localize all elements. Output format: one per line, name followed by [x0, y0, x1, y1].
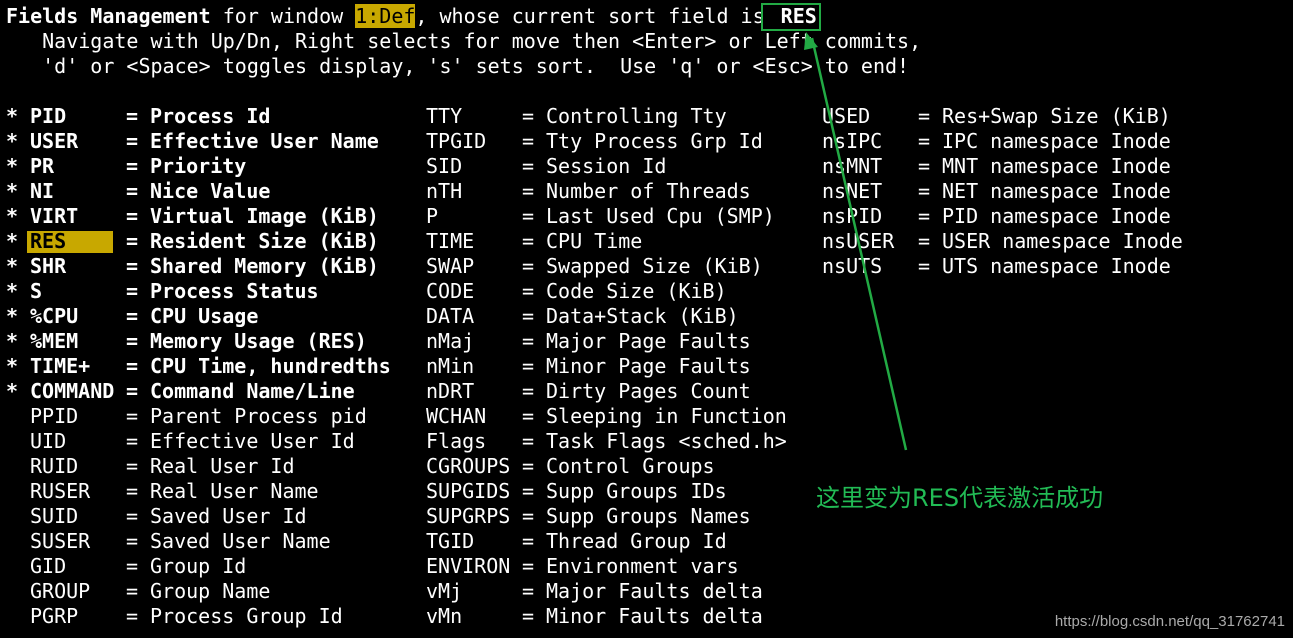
annotation-text: 这里变为RES代表激活成功: [816, 484, 1104, 512]
annotation-arrow: [804, 32, 908, 451]
watermark: https://blog.csdn.net/qq_31762741: [1054, 613, 1285, 630]
